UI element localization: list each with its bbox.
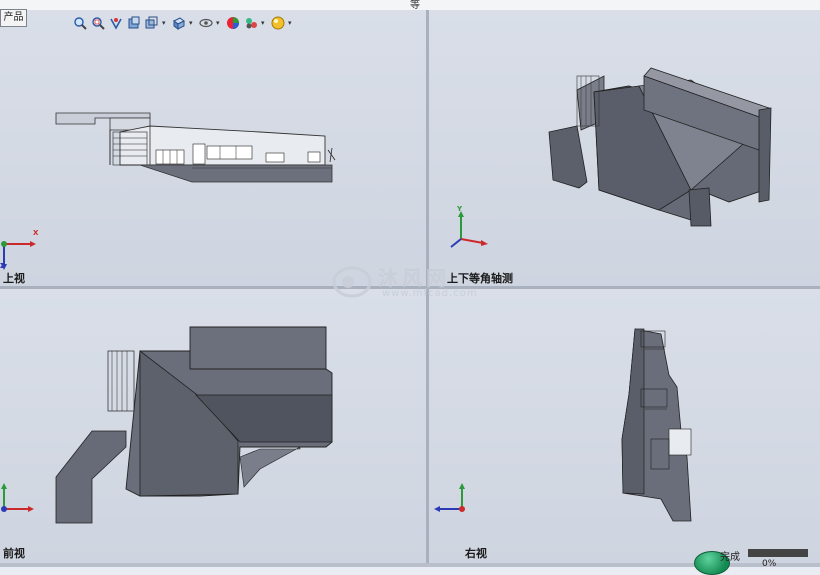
axis-x-label: X: [33, 229, 39, 237]
viewport-top[interactable]: X Z 上视: [0, 10, 426, 286]
watermark: 沐风网 www.mfcad.com: [330, 262, 490, 302]
viewport-label-right: 右视: [465, 547, 487, 560]
axis-z-label: Z: [0, 262, 6, 270]
previous-view-icon[interactable]: [108, 16, 123, 31]
apply-scene-icon[interactable]: [243, 16, 258, 31]
progress-bar: [748, 549, 808, 557]
status-label: 完成: [720, 552, 740, 563]
axis-y-label: Y: [457, 205, 463, 213]
edit-appearance-icon[interactable]: [225, 16, 240, 31]
viewport-label-top: 上视: [3, 272, 25, 285]
axis-triad-icon: [1, 483, 34, 512]
viewport-label-front: 前视: [3, 547, 25, 560]
right-view-model: [621, 328, 692, 522]
chevron-down-icon[interactable]: ▾: [216, 16, 222, 31]
zoom-to-fit-icon[interactable]: [72, 16, 87, 31]
section-view-icon[interactable]: [126, 16, 141, 31]
chevron-down-icon[interactable]: ▾: [261, 16, 267, 31]
heads-up-view-toolbar: ▾ ▾ ▾ ▾ ▾: [72, 14, 294, 32]
zoom-to-area-icon[interactable]: [90, 16, 105, 31]
status-indicator: 完成 0%: [684, 545, 820, 575]
viewport-right[interactable]: 右视: [429, 289, 820, 563]
axis-triad-icon: [450, 211, 488, 248]
progress-percent: 0%: [762, 559, 777, 569]
chevron-down-icon[interactable]: ▾: [162, 16, 168, 31]
viewport-front[interactable]: 前视: [0, 289, 426, 563]
view-orientation-icon[interactable]: [144, 16, 159, 31]
chevron-down-icon[interactable]: ▾: [189, 16, 195, 31]
watermark-url: www.mfcad.com: [382, 288, 478, 299]
display-style-icon[interactable]: [171, 16, 186, 31]
top-view-model: [55, 112, 336, 183]
axis-triad-icon: [434, 483, 465, 512]
hide-show-items-icon[interactable]: [198, 16, 213, 31]
watermark-logo-icon: [332, 266, 372, 298]
product-tab[interactable]: 产品: [0, 9, 27, 27]
view-settings-icon[interactable]: [270, 16, 285, 31]
viewport-isometric[interactable]: Y 上下等角轴测: [429, 10, 820, 286]
watermark-text: 沐风网: [378, 266, 450, 290]
chevron-down-icon[interactable]: ▾: [288, 16, 294, 31]
front-view-model: [55, 326, 333, 524]
